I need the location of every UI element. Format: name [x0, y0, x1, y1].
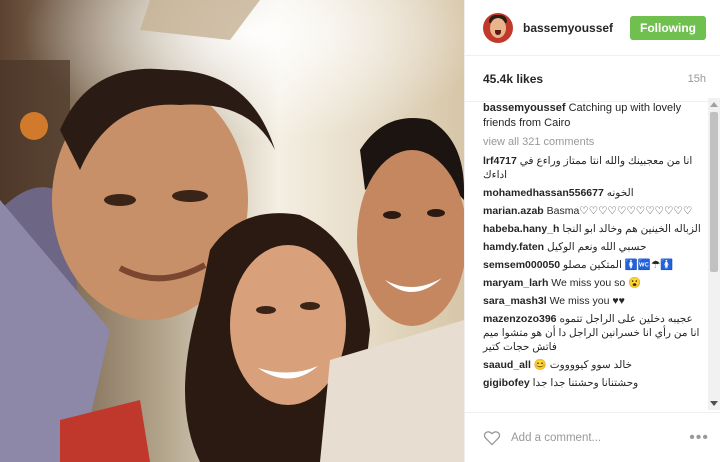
comment-username[interactable]: semsem000050	[483, 259, 560, 271]
more-options-icon[interactable]: •••	[689, 429, 709, 447]
comment-username[interactable]: marian.azab	[483, 205, 544, 217]
comment-item: saaud_all 😊 خالد سوو كيووووت	[483, 358, 701, 372]
comment-item: hamdy.faten حسبي الله ونعم الوكيل	[483, 240, 701, 254]
caption: bassemyoussef Catching up with lovely fr…	[483, 101, 701, 131]
comment-item: gigibofey وحشتنانا وحشتنا جدا جدا	[483, 376, 701, 390]
scroll-down-arrow-icon[interactable]	[710, 401, 718, 406]
comment-item: sara_mash3l We miss you ♥♥	[483, 294, 701, 308]
comments-list[interactable]: bassemyoussef Catching up with lovely fr…	[465, 98, 709, 410]
comment-username[interactable]: mohamedhassan556677	[483, 187, 604, 199]
comment-username[interactable]: saaud_all	[483, 359, 531, 371]
comment-container: lrf4717 انا من معجبينك والله انتا ممتاز …	[483, 154, 701, 390]
comment-text: Basma♡♡♡♡♡♡♡♡♡♡♡♡	[546, 205, 693, 217]
view-all-comments-link[interactable]: view all 321 comments	[483, 136, 701, 150]
likes-count[interactable]: 45.4k likes	[483, 72, 543, 86]
comment-text: المتكين مصلو 🚺🚾☂🚺	[563, 259, 674, 271]
post-photo[interactable]	[0, 0, 464, 462]
comment-username[interactable]: mazenzozo396	[483, 313, 557, 325]
comment-item: marian.azab Basma♡♡♡♡♡♡♡♡♡♡♡♡	[483, 204, 701, 218]
comment-text: 😊 خالد سوو كيووووت	[533, 359, 633, 371]
comments-scrollbar[interactable]	[708, 98, 720, 410]
comment-item: maryam_larh We miss you so 😮	[483, 276, 701, 290]
comment-footer: •••	[465, 412, 720, 462]
comment-item: mazenzozo396 عجيبه دخلين على الراجل تتمو…	[483, 312, 701, 354]
comment-item: lrf4717 انا من معجبينك والله انتا ممتاز …	[483, 154, 701, 182]
post-time[interactable]: 15h	[688, 73, 706, 85]
photo-illustration	[0, 0, 464, 462]
comment-text: حسبي الله ونعم الوكيل	[547, 241, 647, 253]
post-username[interactable]: bassemyoussef	[523, 21, 630, 35]
post-side-panel: bassemyoussef Following 45.4k likes 15h …	[464, 0, 720, 462]
heart-icon[interactable]	[483, 430, 501, 446]
comment-item: semsem000050 المتكين مصلو 🚺🚾☂🚺	[483, 258, 701, 272]
comment-text: We miss you so 😮	[551, 277, 642, 289]
comment-username[interactable]: lrf4717	[483, 155, 517, 167]
comment-username[interactable]: hamdy.faten	[483, 241, 544, 253]
scroll-thumb[interactable]	[710, 112, 718, 272]
comment-username[interactable]: sara_mash3l	[483, 295, 547, 307]
comment-text: الزباله الخينين هم وخالد ابو النجا	[562, 223, 701, 235]
comment-username[interactable]: gigibofey	[483, 377, 530, 389]
comment-text: الخونه	[606, 187, 634, 199]
caption-username[interactable]: bassemyoussef	[483, 102, 566, 114]
comment-username[interactable]: maryam_larh	[483, 277, 548, 289]
post-header: bassemyoussef Following	[465, 0, 720, 56]
following-button[interactable]: Following	[630, 15, 706, 40]
scroll-up-arrow-icon[interactable]	[710, 102, 718, 107]
comment-text: وحشتنانا وحشتنا جدا جدا	[532, 377, 639, 389]
add-comment-input[interactable]	[511, 431, 690, 444]
comment-username[interactable]: habeba.hany_h	[483, 223, 559, 235]
comment-text: We miss you ♥♥	[549, 295, 625, 307]
post-viewer: bassemyoussef Following 45.4k likes 15h …	[0, 0, 720, 462]
avatar[interactable]	[483, 12, 513, 43]
comment-item: habeba.hany_h الزباله الخينين هم وخالد ا…	[483, 222, 701, 236]
comment-item: mohamedhassan556677 الخونه	[483, 186, 701, 200]
post-stats: 45.4k likes 15h	[465, 56, 720, 102]
